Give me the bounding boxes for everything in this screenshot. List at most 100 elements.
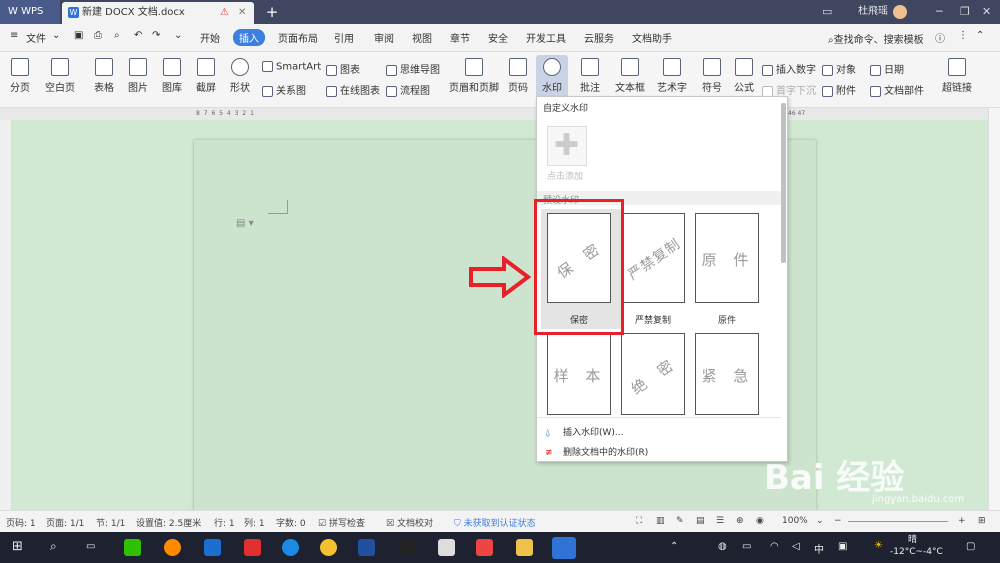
paste-options-icon[interactable]: ▤ ▾ [236, 218, 254, 229]
task-view-icon[interactable]: ▭ [86, 541, 95, 552]
picture-button[interactable]: 图片 [124, 58, 152, 94]
hyperlink-button[interactable]: 超链接 [940, 58, 974, 94]
menu-cloud[interactable]: 云服务 [584, 30, 614, 45]
menu-security[interactable]: 安全 [488, 30, 508, 45]
photo-viewer-icon[interactable] [320, 539, 337, 556]
wordart-button[interactable]: 艺术字 [654, 58, 690, 94]
formula-button[interactable]: 公式 [732, 58, 756, 94]
restore-icon[interactable]: ❐ [960, 0, 970, 24]
user-name[interactable]: 杜飛瑶 [858, 0, 888, 24]
qq-icon[interactable] [398, 539, 415, 556]
mindmap-button[interactable]: 思维导图 [386, 61, 440, 76]
chevron-down-icon[interactable]: ⌄ [52, 30, 60, 41]
comment-button[interactable]: 批注 [576, 58, 604, 94]
web-view-icon[interactable]: ⊕ [736, 516, 744, 526]
print-preview-icon[interactable]: ⌕ [114, 30, 120, 41]
add-custom-watermark[interactable]: ✚ [547, 126, 587, 166]
notification-icon[interactable]: ▢ [966, 541, 975, 552]
redo-icon[interactable]: ↷ [152, 30, 160, 41]
menu-review[interactable]: 审阅 [374, 30, 394, 45]
page-view-icon[interactable]: ▤ [696, 516, 705, 526]
browser-orange-icon[interactable] [164, 539, 181, 556]
menu-page-layout[interactable]: 页面布局 [278, 30, 318, 45]
relation-chart-button[interactable]: 关系图 [262, 82, 306, 97]
chart-button[interactable]: 图表 [326, 61, 360, 76]
watermark-button[interactable]: 水印 [536, 55, 568, 99]
date-button[interactable]: 日期 [870, 61, 904, 76]
hamburger-icon[interactable]: ≡ [10, 30, 18, 41]
fullscreen-icon[interactable]: ⛶ [636, 516, 642, 526]
screenshot-button[interactable]: 截屏 [192, 58, 220, 94]
ie-browser-icon[interactable] [282, 539, 299, 556]
close-tab-icon[interactable]: ✕ [238, 2, 246, 24]
windows-start-icon[interactable]: ⊞ [12, 539, 23, 554]
attachment-button[interactable]: 附件 [822, 82, 856, 97]
proofread-button[interactable]: ☒ 文档校对 [386, 516, 433, 529]
collapse-ribbon-icon[interactable]: ⌃ [976, 30, 984, 41]
new-tab-button[interactable]: + [262, 0, 282, 24]
vertical-scrollbar[interactable] [988, 108, 1000, 510]
shape-button[interactable]: 形状 [226, 58, 254, 94]
page-number-button[interactable]: 页码 [504, 58, 532, 94]
preset-watermark-no-copy[interactable]: 严禁复制 [621, 213, 685, 303]
eye-protect-icon[interactable]: ◉ [756, 516, 764, 526]
outline-view-icon[interactable]: ☰ [716, 516, 724, 526]
app-blue-icon[interactable] [204, 539, 221, 556]
minimize-icon[interactable]: ─ [936, 0, 943, 24]
more-icon[interactable]: ⌄ [174, 30, 182, 41]
layout-icon[interactable]: ▭ [822, 5, 832, 18]
weather-widget[interactable]: 晴 -12°C~-4°C [890, 534, 943, 558]
doc-parts-button[interactable]: 文档部件 [870, 82, 924, 97]
menu-view[interactable]: 视图 [412, 30, 432, 45]
edit-icon[interactable]: ✎ [676, 516, 684, 526]
remove-watermark-item[interactable]: ≢ 删除文档中的水印(R) [545, 445, 648, 458]
menu-doc-assistant[interactable]: 文档助手 [632, 30, 672, 45]
undo-icon[interactable]: ↶ [134, 30, 142, 41]
close-window-icon[interactable]: ✕ [982, 0, 991, 24]
ime-mode-icon[interactable]: ▣ [838, 541, 847, 552]
dropdown-scrollbar[interactable] [781, 103, 786, 263]
volume-icon[interactable]: ◁ [792, 541, 800, 552]
fit-icon[interactable]: ⊞ [978, 516, 986, 526]
preset-watermark-top-secret[interactable]: 绝 密 [621, 333, 685, 415]
save-icon[interactable]: ▣ [74, 30, 83, 41]
folder-icon[interactable] [516, 539, 533, 556]
zoom-out-icon[interactable]: ⌄ [816, 516, 824, 526]
game-app-icon[interactable] [438, 539, 455, 556]
print-icon[interactable]: ⎙ [94, 30, 102, 41]
document-tab[interactable]: W 新建 DOCX 文档.docx ⚠ ✕ [62, 2, 254, 24]
flowchart-button[interactable]: 流程图 [386, 82, 430, 97]
status-words[interactable]: 字数: 0 [276, 516, 306, 529]
menu-insert[interactable]: 插入 [233, 29, 265, 46]
help-icon[interactable]: ⓘ [935, 30, 945, 45]
search-icon[interactable]: ⌕ [50, 539, 57, 554]
textbox-button[interactable]: 文本框 [612, 58, 648, 94]
spell-check-button[interactable]: ☑ 拼写检查 [318, 516, 365, 529]
preset-watermark-urgent[interactable]: 紧 急 [695, 333, 759, 415]
menu-developer[interactable]: 开发工具 [526, 30, 566, 45]
wechat-icon[interactable] [124, 539, 141, 556]
app-red-icon[interactable] [244, 539, 261, 556]
menu-chapter[interactable]: 章节 [450, 30, 470, 45]
gallery-button[interactable]: 图库 [158, 58, 186, 94]
wps-home-tab[interactable]: W WPS [0, 0, 60, 24]
symbol-button[interactable]: 符号 [698, 58, 726, 94]
smartart-button[interactable]: SmartArt [262, 61, 321, 73]
command-search[interactable]: ⌕查找命令、搜索模板 [828, 31, 924, 46]
insert-watermark-item[interactable]: ⍙ 插入水印(W)... [545, 425, 624, 438]
zoom-plus-icon[interactable]: + [958, 516, 966, 526]
menu-references[interactable]: 引用 [334, 30, 354, 45]
status-pages[interactable]: 页面: 1/1 [46, 516, 84, 529]
read-mode-icon[interactable]: ▥ [656, 516, 665, 526]
zoom-minus-icon[interactable]: − [834, 516, 842, 526]
online-chart-button[interactable]: 在线图表 [326, 82, 380, 97]
page-break-button[interactable]: 分页 [6, 58, 34, 94]
file-menu[interactable]: 文件 [26, 30, 46, 45]
battery-icon[interactable]: ▭ [742, 541, 751, 552]
wps-writer-taskbar-icon[interactable] [552, 537, 576, 559]
preset-watermark-sample[interactable]: 样 本 [547, 333, 611, 415]
table-button[interactable]: 表格 [90, 58, 118, 94]
zoom-slider[interactable] [848, 521, 948, 522]
pdf-icon[interactable] [476, 539, 493, 556]
preset-watermark-original[interactable]: 原 件 [695, 213, 759, 303]
